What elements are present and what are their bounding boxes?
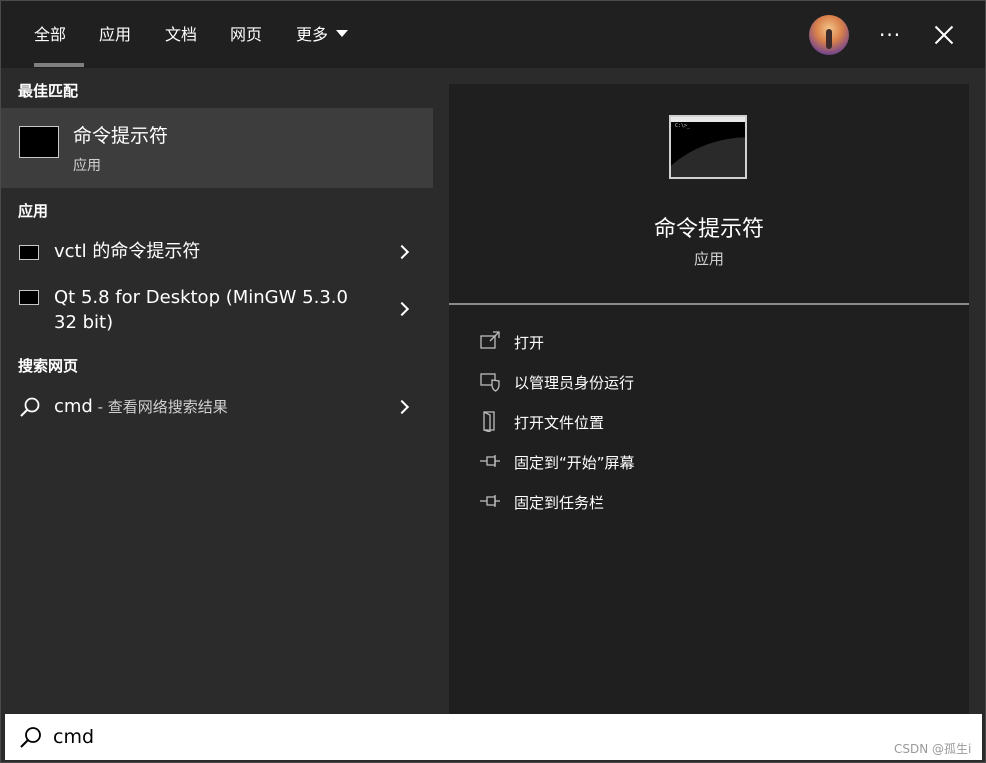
pin-icon: [480, 455, 500, 467]
action-open[interactable]: 打开: [479, 330, 679, 354]
ellipsis-icon[interactable]: ···: [879, 23, 901, 47]
shield-icon: [480, 373, 500, 392]
web-search-heading: 搜索网页: [18, 357, 79, 375]
command-prompt-icon: [19, 126, 59, 158]
action-pin-to-start-label: 固定到“开始”屏幕: [514, 454, 635, 472]
tab-web[interactable]: 网页: [230, 23, 262, 47]
chevron-right-icon[interactable]: [394, 244, 410, 260]
preview-divider: [449, 303, 969, 305]
action-run-as-admin-label: 以管理员身份运行: [514, 374, 635, 392]
open-icon: [480, 331, 500, 349]
app-result-qt[interactable]: Qt 5.8 for Desktop (MinGW 5.3.0 32 bit): [1, 283, 433, 335]
tab-apps[interactable]: 应用: [99, 23, 131, 47]
pin-icon: [480, 495, 500, 507]
results-pane: 最佳匹配 命令提示符 应用 应用 vctl 的命令提示符 Qt 5.8 for …: [1, 68, 433, 714]
user-avatar[interactable]: [809, 15, 849, 55]
best-match-title: 命令提示符: [73, 125, 169, 147]
app-result-label-line2: 32 bit): [54, 312, 114, 333]
action-open-file-location-label: 打开文件位置: [514, 414, 605, 432]
tab-documents[interactable]: 文档: [165, 23, 197, 47]
best-match-item[interactable]: 命令提示符 应用: [1, 108, 433, 188]
action-open-file-location[interactable]: 打开文件位置: [479, 410, 679, 434]
search-window: 全部 应用 文档 网页 更多 ··· 最佳匹配 命令提示符 应用 应用 vctl…: [0, 0, 986, 763]
preview-subtitle: 应用: [693, 250, 724, 268]
app-result-label-line1: Qt 5.8 for Desktop (MinGW 5.3.0: [54, 287, 348, 308]
action-pin-to-taskbar-label: 固定到任务栏: [514, 494, 605, 512]
tab-more-label: 更多: [296, 25, 329, 44]
app-result-label: Qt 5.8 for Desktop (MinGW 5.3.0 32 bit): [54, 285, 348, 335]
active-tab-indicator: [34, 63, 84, 67]
tab-bar: 全部 应用 文档 网页 更多 ···: [1, 1, 985, 68]
file-location-icon: [483, 411, 495, 432]
app-result-label: vctl 的命令提示符: [54, 241, 201, 262]
chevron-right-icon[interactable]: [394, 301, 410, 317]
icon-titlebar: [671, 117, 745, 122]
close-icon[interactable]: [931, 22, 957, 48]
preview-title: 命令提示符: [653, 217, 764, 242]
icon-gloss: [671, 120, 745, 177]
tab-more[interactable]: 更多: [296, 23, 349, 47]
search-bar: [5, 714, 982, 760]
avatar-figure: [826, 29, 832, 49]
best-match-heading: 最佳匹配: [18, 82, 79, 100]
command-prompt-icon: [19, 245, 39, 260]
app-result-vctl[interactable]: vctl 的命令提示符: [1, 237, 433, 267]
chevron-right-icon[interactable]: [394, 399, 410, 415]
web-search-label: cmd - 查看网络搜索结果: [54, 394, 228, 420]
command-prompt-icon: C:\>_: [669, 115, 747, 179]
search-icon: [20, 397, 40, 417]
command-prompt-icon: [19, 290, 39, 305]
tab-all[interactable]: 全部: [34, 23, 66, 47]
action-run-as-admin[interactable]: 以管理员身份运行: [479, 370, 699, 394]
watermark: CSDN @孤生i: [894, 742, 972, 756]
best-match-subtitle: 应用: [73, 158, 101, 174]
icon-prompt-text: C:\>_: [675, 123, 691, 129]
web-search-suffix: - 查看网络搜索结果: [92, 398, 228, 416]
apps-heading: 应用: [18, 202, 49, 220]
chevron-down-icon: [336, 30, 349, 37]
action-open-label: 打开: [514, 334, 545, 352]
action-pin-to-start[interactable]: 固定到“开始”屏幕: [479, 450, 679, 474]
action-pin-to-taskbar[interactable]: 固定到任务栏: [479, 490, 679, 514]
search-input[interactable]: [53, 723, 653, 751]
preview-pane: C:\>_ 命令提示符 应用 打开 以管理员身份运行 打开文件位置 固定到“开始…: [449, 84, 969, 714]
web-search-result[interactable]: cmd - 查看网络搜索结果: [1, 392, 433, 422]
web-search-query: cmd: [54, 396, 93, 417]
search-icon: [20, 727, 41, 748]
